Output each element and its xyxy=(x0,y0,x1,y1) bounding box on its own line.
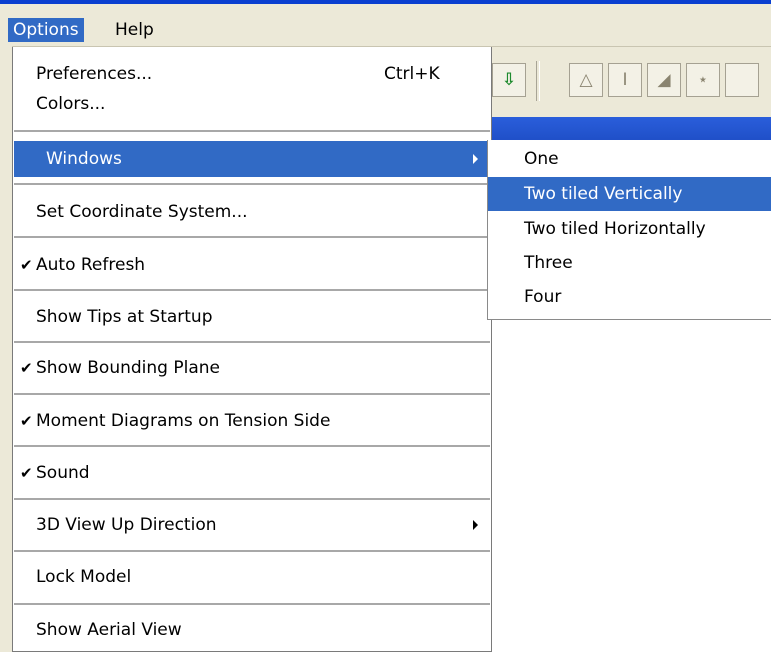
checkmark-icon: ✔ xyxy=(20,256,33,274)
menu-bar: Options Help xyxy=(0,4,771,47)
menu-item-moment-diagrams[interactable]: ✔ Moment Diagrams on Tension Side xyxy=(14,402,490,440)
menu-item-label: Show Tips at Startup xyxy=(36,307,213,327)
menu-options[interactable]: Options xyxy=(8,18,84,42)
ramp-icon[interactable]: ◢ xyxy=(647,63,681,97)
menu-item-windows[interactable]: Windows xyxy=(14,141,490,177)
menu-item-show-aerial-view[interactable]: Show Aerial View xyxy=(14,611,490,649)
checkmark-icon: ✔ xyxy=(20,359,33,377)
toolbar-separator xyxy=(536,61,540,101)
options-dropdown: Preferences... Ctrl+K Colors... Windows … xyxy=(12,47,492,652)
menu-item-label: Sound xyxy=(36,463,90,483)
menu-separator xyxy=(14,603,490,606)
menu-item-colors[interactable]: Colors... xyxy=(14,89,490,119)
menu-item-label: Windows xyxy=(46,149,122,169)
checkmark-icon: ✔ xyxy=(20,412,33,430)
submenu-item-four[interactable]: Four xyxy=(488,280,771,314)
menu-item-label: Lock Model xyxy=(36,567,132,587)
submenu-item-label: Two tiled Horizontally xyxy=(524,219,706,239)
figure-icon[interactable]: ⋆ xyxy=(686,63,720,97)
submenu-item-three[interactable]: Three xyxy=(488,246,771,280)
menu-separator xyxy=(14,289,490,292)
menu-separator xyxy=(14,550,490,553)
toolbar: ⇩ △ I ◢ ⋆ xyxy=(484,47,771,117)
windows-submenu: One Two tiled Vertically Two tiled Horiz… xyxy=(487,140,771,320)
submenu-item-label: Two tiled Vertically xyxy=(524,184,683,204)
i-beam-icon[interactable]: I xyxy=(608,63,642,97)
toolbar-button-partial[interactable] xyxy=(725,63,759,97)
menu-separator xyxy=(14,445,490,448)
window-left-edge xyxy=(0,46,12,652)
support-icon[interactable]: △ xyxy=(569,63,603,97)
submenu-item-label: Four xyxy=(524,287,562,307)
menu-item-label: Colors... xyxy=(36,94,106,114)
menu-item-label: Auto Refresh xyxy=(36,255,146,275)
submenu-item-label: Three xyxy=(524,253,573,273)
menu-item-label: Set Coordinate System... xyxy=(36,202,248,222)
menu-item-label: Preferences... xyxy=(36,64,153,84)
menu-separator xyxy=(14,130,490,133)
submenu-item-two-tiled-vertically[interactable]: Two tiled Vertically xyxy=(488,177,771,211)
menu-item-sound[interactable]: ✔ Sound xyxy=(14,454,490,492)
menu-help[interactable]: Help xyxy=(110,18,159,42)
menu-item-set-coordinate-system[interactable]: Set Coordinate System... xyxy=(14,193,490,231)
menu-item-label: Show Bounding Plane xyxy=(36,358,220,378)
menu-item-shortcut: Ctrl+K xyxy=(384,64,440,84)
inner-window-titlebar xyxy=(484,117,771,141)
menu-separator xyxy=(14,183,490,186)
menu-item-label: Moment Diagrams on Tension Side xyxy=(36,411,331,431)
menu-item-preferences[interactable]: Preferences... Ctrl+K xyxy=(14,59,490,89)
arrow-down-icon[interactable]: ⇩ xyxy=(492,63,526,97)
submenu-item-two-tiled-horizontally[interactable]: Two tiled Horizontally xyxy=(488,212,771,246)
checkmark-icon: ✔ xyxy=(20,464,33,482)
menu-separator xyxy=(14,236,490,239)
menu-item-show-tips[interactable]: Show Tips at Startup xyxy=(14,298,490,336)
menu-item-label: 3D View Up Direction xyxy=(36,515,217,535)
submenu-arrow-icon xyxy=(473,520,478,530)
menu-item-3d-view-up-direction[interactable]: 3D View Up Direction xyxy=(14,506,490,544)
menu-item-show-bounding-plane[interactable]: ✔ Show Bounding Plane xyxy=(14,349,490,387)
submenu-item-label: One xyxy=(524,149,559,169)
menu-item-label: Show Aerial View xyxy=(36,620,182,640)
menu-item-auto-refresh[interactable]: ✔ Auto Refresh xyxy=(14,246,490,284)
menu-separator xyxy=(14,498,490,501)
submenu-arrow-icon xyxy=(473,154,478,164)
menu-separator xyxy=(14,341,490,344)
submenu-item-one[interactable]: One xyxy=(488,142,771,176)
menu-separator xyxy=(14,393,490,396)
menu-item-lock-model[interactable]: Lock Model xyxy=(14,558,490,596)
